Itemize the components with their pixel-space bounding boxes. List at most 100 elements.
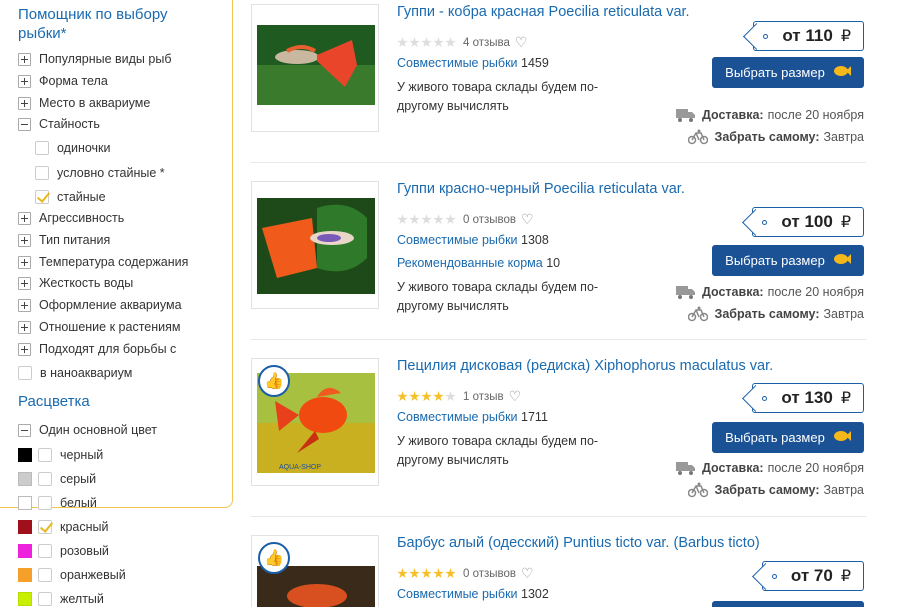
checkbox[interactable] [18, 366, 32, 380]
checkbox-checked[interactable] [38, 520, 52, 534]
price-tag: от 110 ₽ [753, 21, 864, 51]
color-option-black[interactable]: черный [18, 446, 103, 464]
choose-size-button[interactable] [712, 601, 864, 607]
product-rating: 4 отзыва ♡ [397, 34, 527, 51]
product-title[interactable]: Гуппи красно-черный Poecilia reticulata … [397, 181, 685, 197]
product-card: AQUA-SHOP 👍 Пецилия дисковая (редиска) X… [251, 358, 866, 508]
filter-nano-aquarium[interactable]: в наноаквариум [18, 364, 132, 382]
star-icon [409, 214, 420, 225]
filter-body-shape[interactable]: Форма тела [18, 72, 108, 90]
expand-icon[interactable] [18, 298, 31, 312]
color-section-title: Расцветка [18, 393, 90, 410]
divider [251, 339, 866, 340]
stock-note: У живого товара склады будем по-другому … [397, 434, 599, 467]
filter-schooling[interactable]: Стайность [18, 115, 100, 133]
expand-icon[interactable] [18, 276, 31, 290]
choose-size-button[interactable]: Выбрать размер [712, 57, 864, 88]
color-option-red[interactable]: красный [18, 518, 109, 536]
product-image[interactable]: 👍 [251, 535, 379, 607]
truck-icon [675, 108, 696, 122]
rating-stars[interactable] [397, 37, 457, 48]
price-tag: от 70 ₽ [761, 561, 864, 591]
option-solitary[interactable]: одиночки [35, 139, 111, 157]
fish-icon [833, 430, 851, 445]
pickup-info: Забрать самому: Завтра [688, 482, 864, 498]
color-option-pink[interactable]: розовый [18, 542, 109, 560]
truck-icon [675, 461, 696, 475]
heart-icon[interactable]: ♡ [521, 211, 534, 228]
filter-aquarium-design[interactable]: Оформление аквариума [18, 296, 182, 314]
checkbox[interactable] [35, 141, 49, 155]
product-title[interactable]: Барбус алый (одесский) Puntius ticto var… [397, 535, 760, 551]
star-icon [421, 568, 432, 579]
compatible-fish-link[interactable]: Совместимые рыбки 1711 [397, 410, 548, 424]
star-icon [397, 37, 408, 48]
expand-icon[interactable] [18, 233, 31, 247]
collapse-icon[interactable] [18, 423, 31, 437]
product-title[interactable]: Гуппи - кобра красная Poecilia reticulat… [397, 4, 690, 20]
product-image[interactable] [251, 181, 379, 309]
color-option-yellow[interactable]: желтый [18, 590, 104, 607]
checkbox[interactable] [38, 544, 52, 558]
heart-icon[interactable]: ♡ [515, 34, 528, 51]
choose-size-button[interactable]: Выбрать размер [712, 422, 864, 453]
thumbs-up-icon: 👍 [264, 550, 284, 567]
filter-water-hardness[interactable]: Жесткость воды [18, 274, 133, 292]
checkbox[interactable] [38, 472, 52, 486]
product-image[interactable]: AQUA-SHOP 👍 [251, 358, 379, 486]
filter-popular-species[interactable]: Популярные виды рыб [18, 50, 171, 68]
filter-temperature[interactable]: Температура содержания [18, 253, 188, 271]
recommended-food-link[interactable]: Рекомендованные корма 10 [397, 256, 560, 270]
checkbox[interactable] [38, 496, 52, 510]
star-icon [397, 391, 408, 402]
product-title[interactable]: Пецилия дисковая (редиска) Xiphophorus m… [397, 358, 773, 374]
filter-feeding-type[interactable]: Тип питания [18, 231, 110, 249]
choose-size-button[interactable]: Выбрать размер [712, 245, 864, 276]
bicycle-icon [688, 306, 709, 322]
star-icon [445, 214, 456, 225]
star-icon [409, 568, 420, 579]
rating-stars[interactable] [397, 214, 457, 225]
compatible-fish-link[interactable]: Совместимые рыбки 1459 [397, 56, 549, 70]
review-count[interactable]: 0 отзывов [463, 214, 516, 226]
option-schooling[interactable]: стайные [35, 188, 106, 206]
rating-stars[interactable] [397, 568, 457, 579]
color-swatch [18, 544, 32, 558]
review-count[interactable]: 4 отзыва [463, 37, 510, 49]
option-semi-schooling[interactable]: условно стайные * [35, 164, 165, 182]
filter-fight-against[interactable]: Подходят для борьбы с [18, 340, 176, 358]
checkbox-checked[interactable] [35, 190, 49, 204]
product-card: Гуппи красно-черный Poecilia reticulata … [251, 181, 866, 331]
checkbox[interactable] [38, 592, 52, 606]
checkbox[interactable] [38, 448, 52, 462]
review-count[interactable]: 0 отзывов [463, 568, 516, 580]
heart-icon[interactable]: ♡ [509, 388, 522, 405]
collapse-icon[interactable] [18, 117, 31, 131]
filter-aggression[interactable]: Агрессивность [18, 209, 124, 227]
expand-icon[interactable] [18, 320, 31, 334]
expand-icon[interactable] [18, 96, 31, 110]
color-option-white[interactable]: белый [18, 494, 97, 512]
filter-aquarium-place[interactable]: Место в аквариуме [18, 94, 150, 112]
compatible-fish-link[interactable]: Совместимые рыбки 1308 [397, 233, 549, 247]
compatible-fish-link[interactable]: Совместимые рыбки 1302 [397, 587, 549, 601]
product-image[interactable] [251, 4, 379, 132]
checkbox[interactable] [38, 568, 52, 582]
expand-icon[interactable] [18, 342, 31, 356]
delivery-info: Доставка: после 20 ноября [675, 285, 864, 299]
color-option-orange[interactable]: оранжевый [18, 566, 126, 584]
filter-one-color[interactable]: Один основной цвет [18, 421, 157, 439]
product-card: 👍 Барбус алый (одесский) Puntius ticto v… [251, 535, 866, 607]
filter-sidebar: Помощник по выбору рыбки* Популярные вид… [0, 0, 233, 607]
expand-icon[interactable] [18, 255, 31, 269]
recommended-badge: 👍 [258, 365, 290, 397]
rating-stars[interactable] [397, 391, 457, 402]
expand-icon[interactable] [18, 74, 31, 88]
expand-icon[interactable] [18, 211, 31, 225]
checkbox[interactable] [35, 166, 49, 180]
expand-icon[interactable] [18, 52, 31, 66]
color-option-gray[interactable]: серый [18, 470, 96, 488]
heart-icon[interactable]: ♡ [521, 565, 534, 582]
review-count[interactable]: 1 отзыв [463, 391, 504, 403]
filter-plants-relation[interactable]: Отношение к растениям [18, 318, 180, 336]
